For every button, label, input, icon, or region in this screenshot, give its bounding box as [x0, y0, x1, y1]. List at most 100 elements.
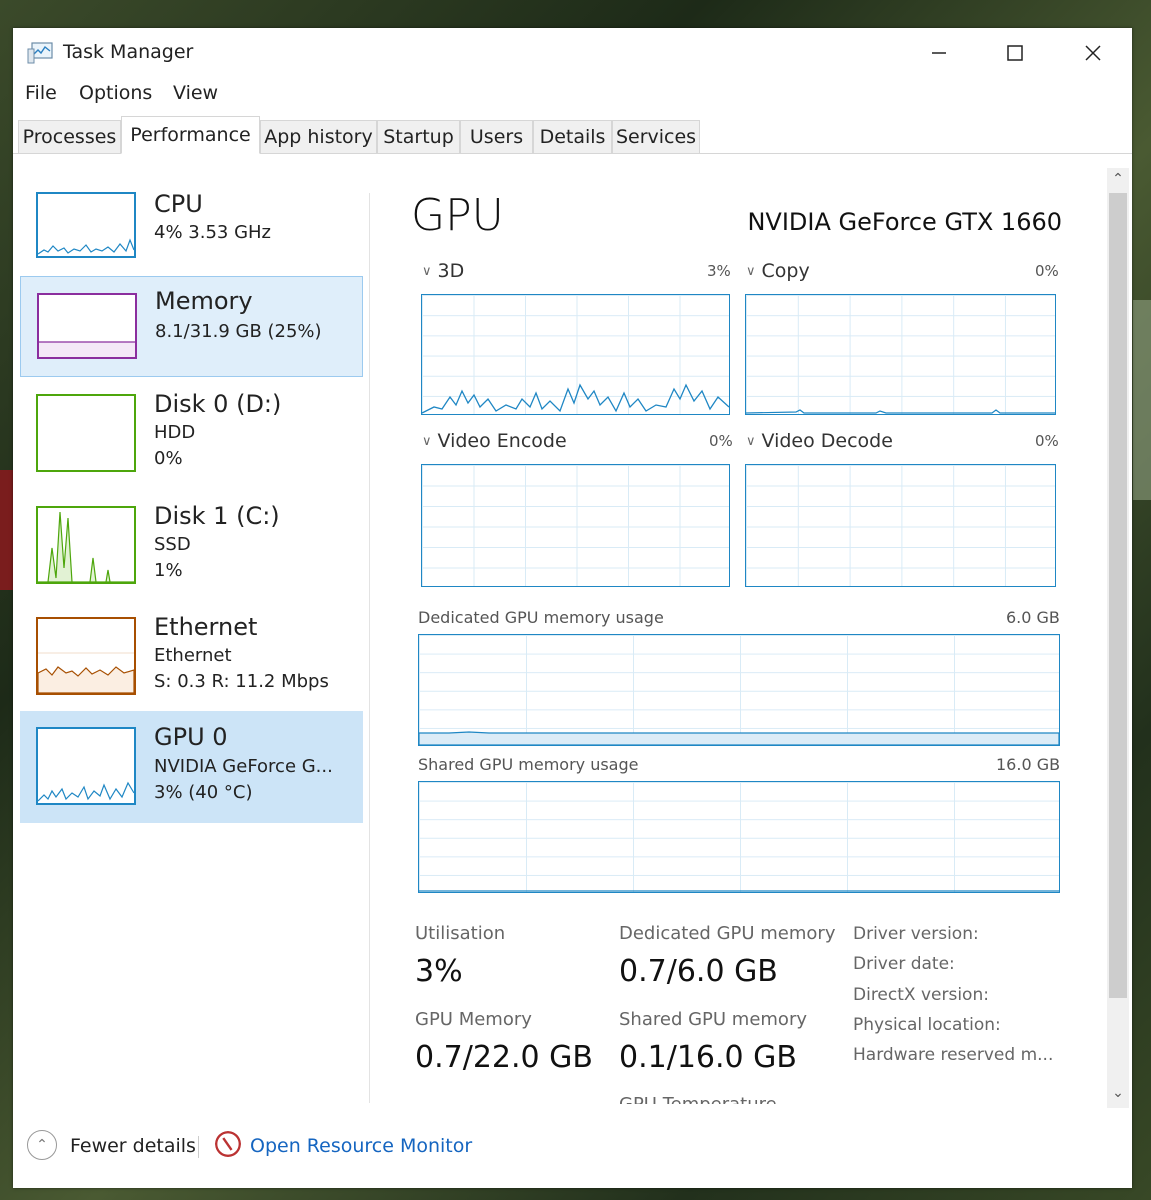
- driver-version-label: Driver version:: [853, 924, 979, 944]
- footer-bar: ⌃ Fewer details Open Resource Monitor: [13, 1116, 1132, 1176]
- chevron-down-icon: ∨: [422, 264, 432, 279]
- gpu0-thumbnail-graph: [36, 727, 136, 805]
- fewer-details-button[interactable]: Fewer details: [70, 1135, 196, 1157]
- tab-startup[interactable]: Startup: [377, 120, 460, 154]
- tab-performance[interactable]: Performance: [121, 116, 260, 154]
- menu-options[interactable]: Options: [79, 82, 152, 104]
- sidebar-item-ethernet[interactable]: Ethernet Ethernet S: 0.3 R: 11.2 Mbps: [20, 609, 363, 709]
- shared-memory-usage-label: Shared GPU memory usage: [418, 755, 639, 774]
- window-title: Task Manager: [63, 41, 194, 63]
- sidebar-disk0-title: Disk 0 (D:): [154, 390, 282, 418]
- task-manager-app-icon: [27, 42, 53, 64]
- chevron-up-circle-icon[interactable]: ⌃: [27, 1130, 57, 1160]
- dedicated-memory-value: 0.7/6.0 GB: [619, 954, 778, 989]
- task-manager-window: Task Manager File Options View Processes…: [13, 28, 1132, 1188]
- tab-details[interactable]: Details: [533, 120, 612, 154]
- engine-video-encode-name: Video Encode: [437, 430, 567, 452]
- gpu-temperature-label: GPU Temperature: [619, 1094, 777, 1104]
- ethernet-thumbnail-graph: [36, 617, 136, 695]
- sidebar-ethernet-line1: Ethernet: [154, 645, 232, 666]
- chevron-down-icon: ∨: [746, 264, 756, 279]
- physical-location-label: Physical location:: [853, 1015, 1001, 1035]
- footer-separator: [198, 1136, 199, 1158]
- resource-monitor-icon[interactable]: [215, 1131, 241, 1157]
- sidebar-disk1-line2: 1%: [154, 560, 183, 581]
- background-wallpaper-edge: [1133, 300, 1151, 500]
- tab-services[interactable]: Services: [612, 120, 700, 154]
- engine-3d-label[interactable]: ∨ 3D: [422, 260, 464, 282]
- sidebar-cpu-title: CPU: [154, 190, 203, 218]
- engine-video-encode-graph: [421, 464, 730, 587]
- title-bar: Task Manager: [13, 28, 1132, 78]
- minimize-icon: [932, 52, 946, 54]
- background-wallpaper: [0, 470, 14, 590]
- gpu-heading: GPU: [411, 190, 504, 241]
- utilisation-label: Utilisation: [415, 923, 506, 944]
- shared-memory-graph: [418, 781, 1060, 893]
- scroll-down-arrow-icon[interactable]: ⌄: [1107, 1082, 1129, 1104]
- engine-3d-percent: 3%: [707, 262, 731, 280]
- engine-video-encode-label[interactable]: ∨ Video Encode: [422, 430, 567, 452]
- chevron-down-icon: ∨: [746, 434, 756, 449]
- sidebar-memory-title: Memory: [155, 287, 253, 315]
- engine-video-decode-label[interactable]: ∨ Video Decode: [746, 430, 893, 452]
- shared-memory-label: Shared GPU memory: [619, 1009, 807, 1030]
- menu-view[interactable]: View: [173, 82, 218, 104]
- sidebar-ethernet-line2: S: 0.3 R: 11.2 Mbps: [154, 671, 329, 692]
- engine-video-decode-percent: 0%: [1035, 432, 1059, 450]
- sidebar-disk0-line2: 0%: [154, 448, 183, 469]
- utilisation-value: 3%: [415, 954, 463, 989]
- maximize-button[interactable]: [977, 28, 1053, 78]
- tab-users[interactable]: Users: [460, 120, 533, 154]
- engine-3d-graph: [421, 294, 730, 415]
- gpu-temperature-clip: GPU Temperature: [619, 1094, 819, 1104]
- sidebar-item-memory[interactable]: Memory 8.1/31.9 GB (25%): [20, 276, 363, 377]
- memory-thumbnail-graph: [37, 293, 137, 359]
- tab-processes[interactable]: Processes: [18, 120, 121, 154]
- gpu-memory-label: GPU Memory: [415, 1009, 532, 1030]
- directx-version-label: DirectX version:: [853, 985, 989, 1005]
- disk0-thumbnail-graph: [36, 394, 136, 472]
- maximize-icon: [1007, 45, 1023, 61]
- dedicated-memory-max: 6.0 GB: [1006, 608, 1060, 627]
- gpu-model-name: NVIDIA GeForce GTX 1660: [747, 208, 1062, 236]
- menu-file[interactable]: File: [25, 82, 57, 104]
- sidebar-gpu0-title: GPU 0: [154, 723, 228, 751]
- engine-video-encode-percent: 0%: [709, 432, 733, 450]
- sidebar-item-disk1[interactable]: Disk 1 (C:) SSD 1%: [20, 498, 363, 598]
- scrollbar-thumb[interactable]: [1109, 193, 1127, 998]
- chevron-down-icon: ∨: [422, 434, 432, 449]
- engine-copy-percent: 0%: [1035, 262, 1059, 280]
- dedicated-memory-label: Dedicated GPU memory: [619, 923, 836, 944]
- minimize-button[interactable]: [901, 28, 977, 78]
- close-button[interactable]: [1055, 28, 1131, 78]
- sidebar-disk1-title: Disk 1 (C:): [154, 502, 280, 530]
- scroll-up-arrow-icon[interactable]: ⌃: [1107, 168, 1129, 190]
- sidebar-disk0-line1: HDD: [154, 422, 196, 443]
- cpu-thumbnail-graph: [36, 192, 136, 258]
- gpu-memory-value: 0.7/22.0 GB: [415, 1040, 593, 1075]
- close-icon: [1085, 45, 1101, 61]
- open-resource-monitor-link[interactable]: Open Resource Monitor: [250, 1135, 472, 1157]
- engine-video-decode-name: Video Decode: [761, 430, 893, 452]
- driver-date-label: Driver date:: [853, 954, 955, 974]
- sidebar-memory-line1: 8.1/31.9 GB (25%): [155, 321, 322, 342]
- sidebar-item-disk0[interactable]: Disk 0 (D:) HDD 0%: [20, 386, 363, 486]
- sidebar-item-gpu0[interactable]: GPU 0 NVIDIA GeForce G... 3% (40 °C): [20, 711, 363, 823]
- sidebar-ethernet-title: Ethernet: [154, 613, 258, 641]
- sidebar-gpu0-line2: 3% (40 °C): [154, 782, 253, 803]
- dedicated-memory-graph: [418, 634, 1060, 746]
- engine-copy-label[interactable]: ∨ Copy: [746, 260, 810, 282]
- engine-video-decode-graph: [745, 464, 1056, 587]
- menu-bar: File Options View: [13, 80, 1132, 110]
- sidebar-disk1-line1: SSD: [154, 534, 191, 555]
- sidebar-item-cpu[interactable]: CPU 4% 3.53 GHz: [20, 186, 363, 268]
- tab-app-history[interactable]: App history: [260, 120, 377, 154]
- disk1-thumbnail-graph: [36, 506, 136, 584]
- sidebar-gpu0-line1: NVIDIA GeForce G...: [154, 756, 333, 777]
- shared-memory-value: 0.1/16.0 GB: [619, 1040, 797, 1075]
- engine-3d-name: 3D: [437, 260, 465, 282]
- sidebar-cpu-line1: 4% 3.53 GHz: [154, 222, 272, 243]
- shared-memory-max: 16.0 GB: [996, 755, 1061, 774]
- hardware-reserved-label: Hardware reserved m...: [853, 1045, 1054, 1065]
